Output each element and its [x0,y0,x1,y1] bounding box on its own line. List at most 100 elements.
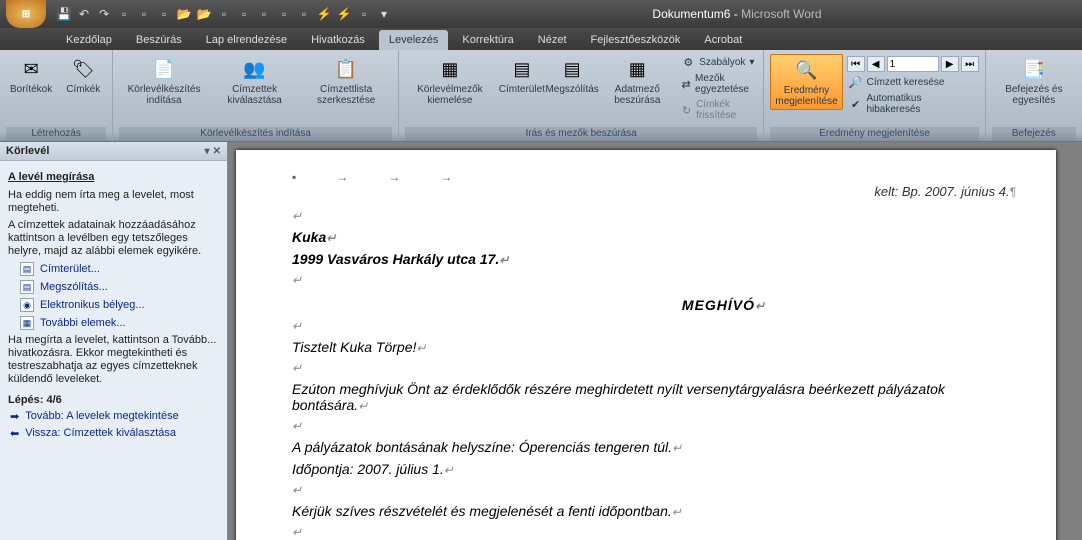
doc-title: MEGHÍVÓ↵ [432,297,1016,313]
open-icon[interactable]: 📂 [176,6,192,22]
search-icon: 🔎 [849,75,863,89]
arrow-right-icon: ➡ [10,410,19,423]
envelope-icon: ✉ [17,56,45,82]
qat-icon[interactable]: ⚡ [336,6,352,22]
greeting-icon: ▤ [558,56,586,82]
megszolitas-button[interactable]: ▤Megszólítás [549,54,596,97]
tab-acrobat[interactable]: Acrobat [694,30,752,50]
mailmerge-icon: 📄 [150,56,178,82]
new-icon[interactable]: ▫ [156,6,172,22]
group-label: Körlevélkészítés indítása [119,127,392,141]
link-tovabbi-elemek[interactable]: ▦További elemek... [20,316,219,330]
cimkek-button[interactable]: 🏷Címkék [60,54,106,97]
doc-paragraph: Ezúton meghívjuk Önt az érdeklődők részé… [292,381,1016,413]
insertfield-icon: ▦ [623,56,651,82]
qat-icon[interactable]: ▫ [136,6,152,22]
step-indicator: Lépés: 4/6 [8,394,219,406]
qat-icon[interactable]: ⚡ [316,6,332,22]
qat-icon[interactable]: ▫ [256,6,272,22]
workspace: Körlevél ▾ ✕ A levél megírása Ha eddig n… [0,142,1082,540]
cimzettek-kivalasztasa-button[interactable]: 👥Címzettek kiválasztása [213,54,296,108]
mezok-egyeztetese-button[interactable]: ⇄Mezők egyeztetése [679,72,757,96]
korlevelkeszites-inditasa-button[interactable]: 📄Körlevélkészítés indítása [119,54,209,108]
tab-korrektura[interactable]: Korrektúra [452,30,523,50]
doc-recipient-address: 1999 Vasváros Harkály utca 17.↵ [292,251,1016,267]
last-record-button[interactable]: ⏭ [961,56,979,72]
record-number-input[interactable] [887,56,939,72]
task-pane-close-icon[interactable]: ✕ [213,146,221,157]
prev-record-button[interactable]: ◀ [867,56,885,72]
qat-icon[interactable]: ▫ [356,6,372,22]
tab-levelezes[interactable]: Levelezés [379,30,449,50]
group-befejezes: 📑Befejezés és egyesítés Befejezés [986,50,1082,141]
qat-icon[interactable]: ▫ [236,6,252,22]
group-label: Eredmény megjelenítése [770,127,978,141]
group-letrehozas: ✉Borítékok 🏷Címkék Létrehozás [0,50,113,141]
qat-more-icon[interactable]: ▾ [376,6,392,22]
document-area[interactable]: ▪→→→ kelt: Bp. 2007. június 4.¶ ↵ Kuka↵ … [228,142,1082,540]
link-cimterulet[interactable]: ▤Címterület... [20,262,219,276]
record-navigator: ⏮ ◀ ▶ ⏭ [847,56,979,72]
wizard-back-button[interactable]: ⬅Vissza: Címzettek kiválasztása [10,427,219,440]
address-icon: ▤ [508,56,536,82]
link-megszolitas[interactable]: ▤Megszólítás... [20,280,219,294]
recipients-icon: 👥 [241,56,269,82]
qat-icon[interactable]: ▫ [216,6,232,22]
more-icon: ▦ [20,316,34,330]
doc-recipient-name: Kuka↵ [292,229,1016,245]
group-iras-mezok: ▦Körlevélmezők kiemelése ▤Címterület ▤Me… [399,50,764,141]
save-icon[interactable]: 💾 [56,6,72,22]
next-record-button[interactable]: ▶ [941,56,959,72]
arrow-left-icon: ⬅ [10,427,19,440]
doc-paragraph: Időpontja: 2007. július 1.↵ [292,461,1016,477]
doc-date: kelt: Bp. 2007. június 4.¶ [292,184,1016,199]
quick-access-toolbar: 💾 ↶ ↷ ▫ ▫ ▫ 📂 📂 ▫ ▫ ▫ ▫ ▫ ⚡ ⚡ ▫ ▾ [52,6,392,22]
office-button[interactable]: ⊞ [6,0,46,28]
link-elektronikus-belyeg[interactable]: ◉Elektronikus bélyeg... [20,298,219,312]
stamp-icon: ◉ [20,298,34,312]
boritekok-button[interactable]: ✉Borítékok [6,54,56,97]
doc-icon: ▤ [20,280,34,294]
qat-icon[interactable]: ▫ [116,6,132,22]
title-bar: ⊞ 💾 ↶ ↷ ▫ ▫ ▫ 📂 📂 ▫ ▫ ▫ ▫ ▫ ⚡ ⚡ ▫ ▾ Doku… [0,0,1082,28]
preview-icon: 🔍 [793,57,821,83]
cimkek-frissitese-button[interactable]: ↻Címkék frissítése [679,98,757,122]
qat-icon[interactable]: ▫ [296,6,312,22]
wizard-next-button[interactable]: ➡Tovább: A levelek megtekintése [10,410,219,423]
adatmezo-beszurasa-button[interactable]: ▦Adatmező beszúrása [599,54,675,108]
doc-icon: ▤ [20,262,34,276]
korlevelmezok-kiemelese-button[interactable]: ▦Körlevélmezők kiemelése [405,54,495,108]
tab-kezdolap[interactable]: Kezdőlap [56,30,122,50]
highlight-icon: ▦ [436,56,464,82]
undo-icon[interactable]: ↶ [76,6,92,22]
cimzett-keresese-button[interactable]: 🔎Címzett keresése [847,74,979,90]
befejezes-egyesites-button[interactable]: 📑Befejezés és egyesítés [992,54,1076,108]
tab-beszuras[interactable]: Beszúrás [126,30,192,50]
szabalyok-button[interactable]: ⚙Szabályok ▾ [679,54,757,70]
cimzettlista-szerkesztese-button[interactable]: 📋Címzettlista szerkesztése [300,54,392,108]
qat-icon[interactable]: ▫ [276,6,292,22]
check-icon: ✔ [849,97,863,111]
tab-fejlesztoeszkozok[interactable]: Fejlesztőeszközök [581,30,691,50]
task-pane-text: A címzettek adatainak hozzáadásához katt… [8,219,219,258]
doc-greeting: Tisztelt Kuka Törpe!↵ [292,339,1016,355]
ribbon-tabs: Kezdőlap Beszúrás Lap elrendezése Hivatk… [0,28,1082,50]
tab-nezet[interactable]: Nézet [528,30,577,50]
label-icon: 🏷 [69,56,97,82]
task-pane-menu-icon[interactable]: ▾ [205,146,210,157]
match-icon: ⇄ [681,77,691,91]
task-pane-heading: A levél megírása [8,171,219,183]
first-record-button[interactable]: ⏮ [847,56,865,72]
group-korlevelkeszites: 📄Körlevélkészítés indítása 👥Címzettek ki… [113,50,399,141]
task-pane: Körlevél ▾ ✕ A levél megírása Ha eddig n… [0,142,228,540]
redo-icon[interactable]: ↷ [96,6,112,22]
open-icon[interactable]: 📂 [196,6,212,22]
task-pane-text: Ha megírta a levelet, kattintson a Továb… [8,334,219,386]
cimterulet-button[interactable]: ▤Címterület [499,54,545,97]
tab-lap-elrendezese[interactable]: Lap elrendezése [196,30,297,50]
doc-paragraph: Kérjük szíves részvételét és megjelenésé… [292,503,1016,519]
document-page[interactable]: ▪→→→ kelt: Bp. 2007. június 4.¶ ↵ Kuka↵ … [236,150,1056,540]
tab-hivatkozas[interactable]: Hivatkozás [301,30,375,50]
eredmeny-megjelenitese-button[interactable]: 🔍Eredmény megjelenítése [770,54,842,110]
automatikus-hibakereses-button[interactable]: ✔Automatikus hibakeresés [847,92,979,116]
